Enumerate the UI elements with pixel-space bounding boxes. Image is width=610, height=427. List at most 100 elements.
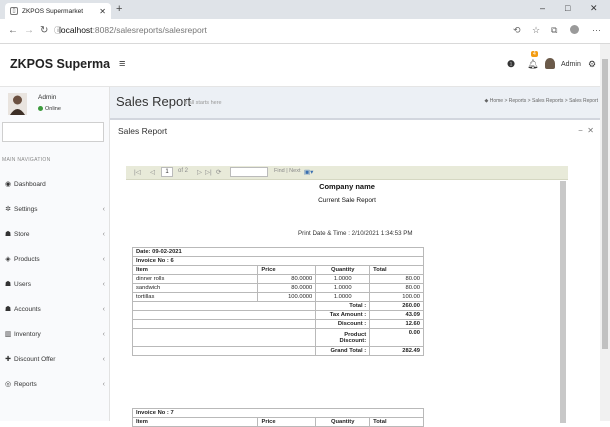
print-date: Print Date & Time : 2/10/2021 1:34:53 PM xyxy=(298,230,413,237)
breadcrumb: ◆ Home > Reports > Sales Reports > Sales… xyxy=(485,98,598,104)
export-icon[interactable]: ▣▾ xyxy=(304,168,313,176)
report-viewer-toolbar: |◁ ◁ 1 of 2 ▷ ▷| ⟳ Find | Next ▣▾ xyxy=(126,166,568,180)
collections-icon[interactable]: ⧉ xyxy=(551,25,557,36)
users-icon: ☗ xyxy=(4,281,12,288)
report-document: Company name Current Sale Report Print D… xyxy=(126,181,568,427)
last-page-icon[interactable]: ▷| xyxy=(205,168,212,176)
sidebar-item-users[interactable]: ☗ Users ‹ xyxy=(2,277,105,291)
first-page-icon[interactable]: |◁ xyxy=(134,168,141,176)
sidebar-item-accounts[interactable]: ☗ Accounts ‹ xyxy=(2,302,105,316)
new-tab-button[interactable]: + xyxy=(116,3,122,15)
find-next-link[interactable]: Find | Next xyxy=(274,168,301,174)
header-user-name[interactable]: Admin xyxy=(561,61,581,68)
avatar xyxy=(8,93,27,115)
address-bar-row: ← → ↻ ⓘ localhost:8082/salesreports/sale… xyxy=(0,19,610,44)
sidebar-item-products[interactable]: ◈ Products ‹ xyxy=(2,252,105,266)
remove-icon[interactable]: ✕ xyxy=(587,126,594,135)
user-panel: Admin Online xyxy=(8,93,108,118)
bell-icon[interactable]: 🔔︎ xyxy=(527,59,538,70)
notification-badge: 4 xyxy=(531,51,538,57)
chevron-left-icon: ‹ xyxy=(102,255,105,263)
gear-icon: ✲ xyxy=(5,206,11,213)
brand-bar: ZKPOS Supermarket xyxy=(0,44,133,87)
sidebar-item-settings[interactable]: ✲ Settings ‹ xyxy=(2,202,105,216)
chevron-left-icon: ‹ xyxy=(102,305,105,313)
previous-page-icon[interactable]: ◁ xyxy=(150,168,155,176)
summary-value: 43.09 xyxy=(369,310,424,320)
summary-spacer xyxy=(131,301,317,311)
chevron-left-icon: ‹ xyxy=(102,280,105,288)
collapse-icon[interactable]: − xyxy=(578,126,583,135)
maximize-button[interactable]: □ xyxy=(565,3,570,13)
sidebar-item-reports[interactable]: ◎ Reports ‹ xyxy=(2,377,105,391)
summary-row: Tax Amount : 43.09 xyxy=(131,310,424,320)
breadcrumb-text[interactable]: Home > Reports > Sales Reports > Sales R… xyxy=(490,98,598,104)
chevron-left-icon: ‹ xyxy=(102,330,105,338)
item-cell: sandwich xyxy=(131,283,259,293)
page-subtitle: It all starts here xyxy=(184,100,222,106)
table-row: dinner rolls 80.0000 1.0000 80.00 xyxy=(131,274,424,284)
find-text-input[interactable] xyxy=(230,167,268,177)
close-window-button[interactable]: ✕ xyxy=(590,3,598,14)
profile-avatar-icon[interactable] xyxy=(570,25,579,34)
report-box: Sales Report − ✕ |◁ ◁ 1 of 2 ▷ ▷| ⟳ Find… xyxy=(110,118,600,427)
page-number-input[interactable]: 1 xyxy=(161,167,173,177)
item-cell: tortillas xyxy=(131,292,259,302)
page-scrollbar-thumb[interactable] xyxy=(602,59,608,349)
summary-spacer xyxy=(131,310,317,320)
invoice-number: Invoice No : 6 xyxy=(132,256,424,266)
table-row: Invoice No : 6 xyxy=(132,256,424,266)
sidebar-item-store[interactable]: ☗ Store ‹ xyxy=(2,227,105,241)
browser-tab[interactable]: ▯ ZKPOS Supermarket ✕ xyxy=(5,3,111,19)
total-cell: 100.00 xyxy=(369,292,424,302)
sidebar-item-label: Accounts xyxy=(14,305,41,313)
forward-arrow-icon[interactable]: → xyxy=(24,25,34,36)
sidebar-search-input[interactable] xyxy=(2,122,104,142)
favorite-star-icon[interactable]: ☆ xyxy=(532,25,540,36)
next-page-icon[interactable]: ▷ xyxy=(197,168,202,176)
summary-label: Tax Amount : xyxy=(315,310,371,320)
sidebar-item-dashboard[interactable]: ◉ Dashboard xyxy=(2,177,105,191)
page-scrollbar[interactable] xyxy=(600,44,610,421)
item-cell: dinner rolls xyxy=(131,274,259,284)
back-arrow-icon[interactable]: ← xyxy=(8,25,18,36)
table-header-row: Item Price Quantity Total xyxy=(131,417,424,427)
chevron-left-icon: ‹ xyxy=(102,230,105,238)
url-field[interactable]: localhost:8082/salesreports/salesreport xyxy=(59,25,207,35)
translate-icon[interactable]: ⟲ xyxy=(513,25,521,36)
more-menu-icon[interactable]: ⋯ xyxy=(592,25,601,36)
online-status-icon xyxy=(38,106,43,112)
summary-value: 260.00 xyxy=(369,301,424,311)
sidebar-item-discount-offer[interactable]: ✚ Discount Offer ‹ xyxy=(2,352,105,366)
price-cell: 80.0000 xyxy=(257,283,317,293)
reload-icon[interactable]: ↻ xyxy=(40,25,48,36)
cube-icon: ◈ xyxy=(5,256,11,263)
sidebar-item-inventory[interactable]: ▥ Inventory ‹ xyxy=(2,327,105,341)
close-tab-icon[interactable]: ✕ xyxy=(99,7,106,16)
users-icon: ☗ xyxy=(4,306,12,313)
quantity-cell: 1.0000 xyxy=(315,274,371,284)
user-avatar[interactable] xyxy=(545,58,555,69)
url-path: :8082/salesreports/salesreport xyxy=(92,25,207,35)
tab-title: ZKPOS Supermarket xyxy=(22,7,84,15)
user-status: Online xyxy=(38,106,61,112)
invoice-table: Date: 09-02-2021 Invoice No : 6 Item Pri… xyxy=(131,247,424,356)
report-company-name: Company name xyxy=(319,182,375,191)
box-title: Sales Report xyxy=(118,126,168,136)
report-scrollbar[interactable] xyxy=(560,181,566,423)
column-header: Item xyxy=(131,265,259,275)
sidebar-item-label: Products xyxy=(14,255,40,263)
chevron-left-icon: ‹ xyxy=(102,380,105,388)
bar-chart-icon: ▥ xyxy=(4,331,12,338)
minimize-button[interactable]: – xyxy=(540,3,545,13)
content-area: Sales Report It all starts here ◆ Home >… xyxy=(110,87,600,427)
summary-row: Grand Total : 282.49 xyxy=(131,346,424,356)
settings-gear-icon[interactable]: ⚙ xyxy=(588,59,596,70)
refresh-icon[interactable]: ⟳ xyxy=(216,168,221,176)
help-icon[interactable]: ❶ xyxy=(507,59,515,70)
quantity-cell: 1.0000 xyxy=(315,283,371,293)
menu-toggle-icon[interactable]: ≡ xyxy=(119,58,125,70)
date-cell: Date: 09-02-2021 xyxy=(132,247,424,257)
summary-label: Product Discount: xyxy=(315,328,371,347)
nav-header: MAIN NAVIGATION xyxy=(2,157,51,163)
